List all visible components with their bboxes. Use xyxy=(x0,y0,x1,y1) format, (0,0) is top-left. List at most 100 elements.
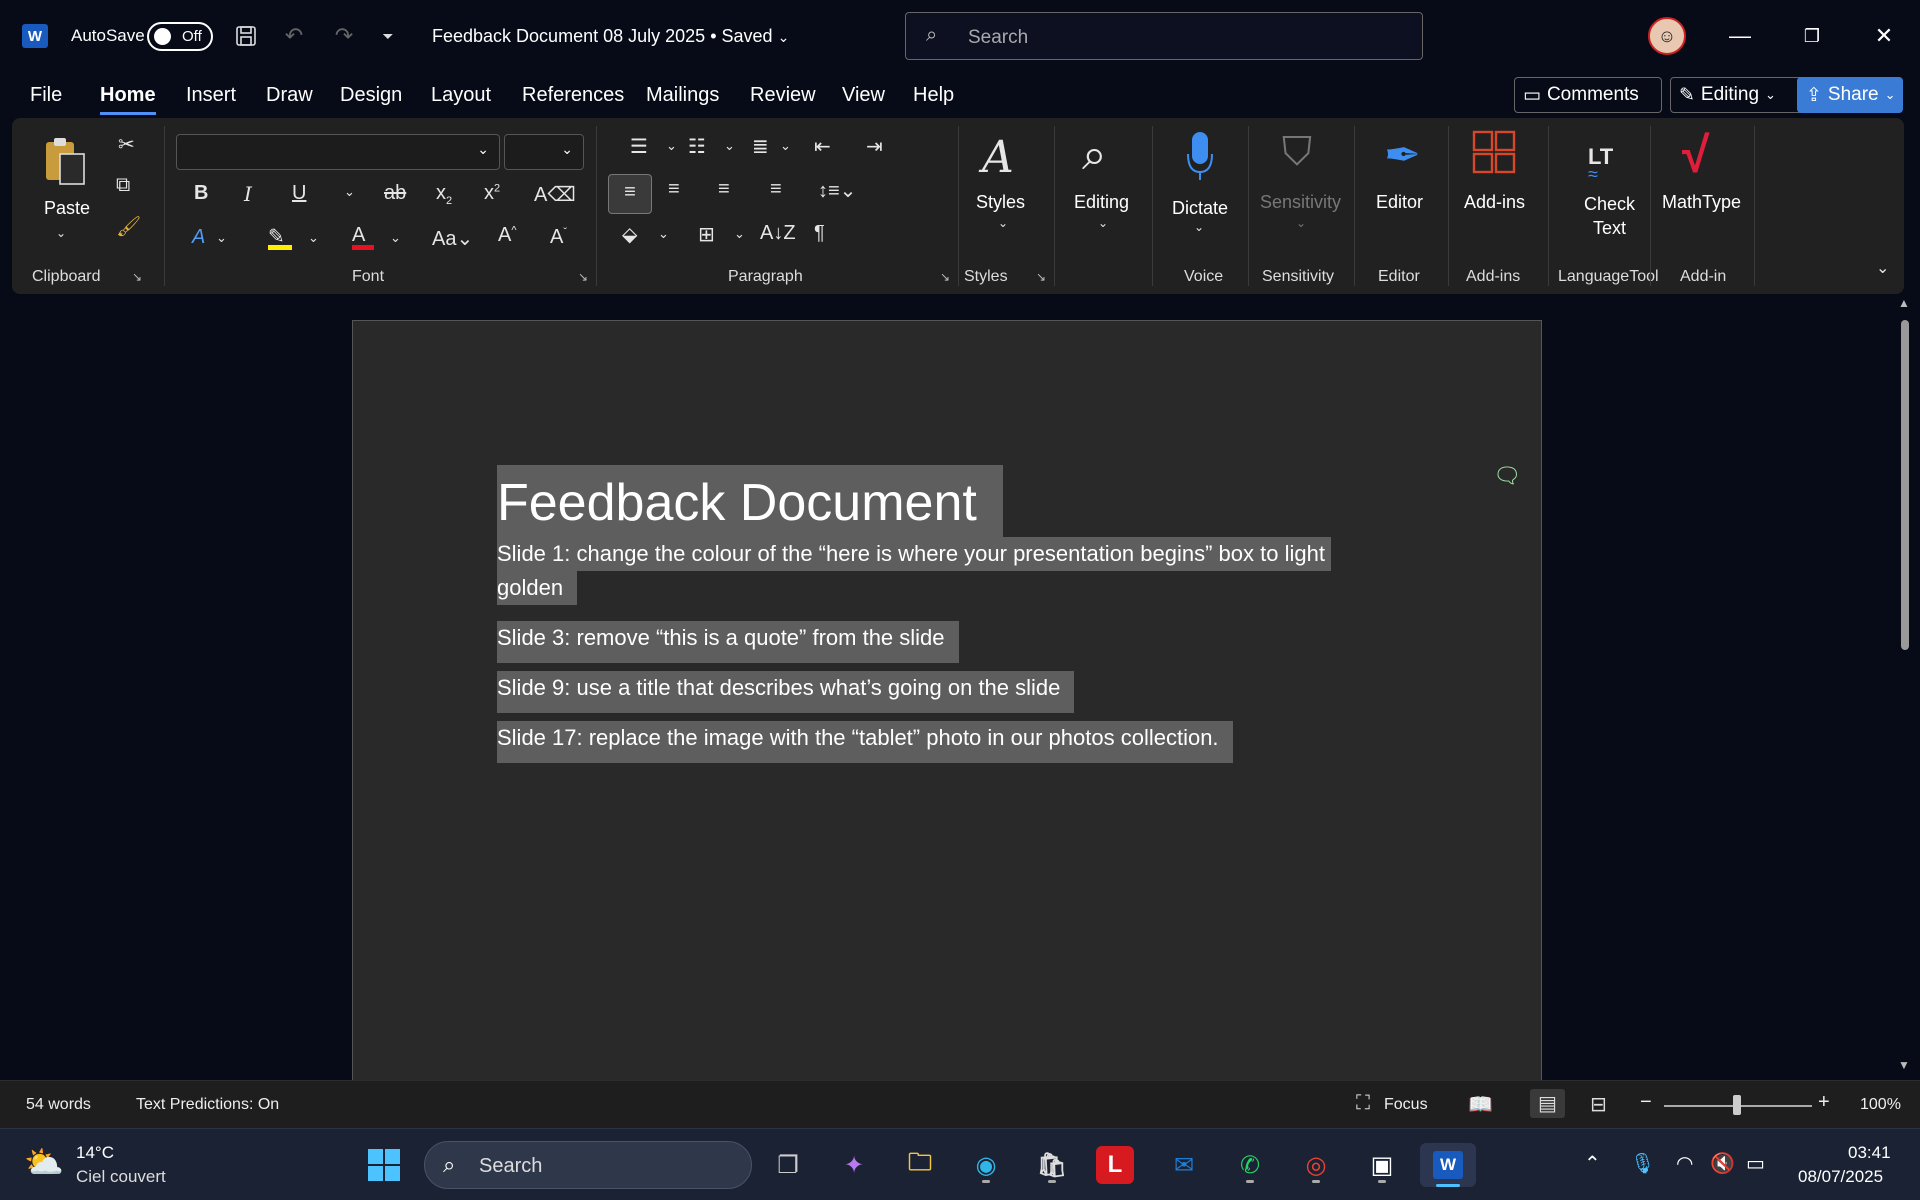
tab-insert[interactable]: Insert xyxy=(186,84,236,107)
copy-icon[interactable]: ⧉ xyxy=(116,174,130,197)
word-taskbar-icon[interactable]: W xyxy=(1420,1143,1476,1187)
user-avatar[interactable]: ☺ xyxy=(1648,17,1686,55)
weather-temperature[interactable]: 14°C xyxy=(76,1143,114,1163)
document-page[interactable]: Feedback Document Slide 1: change the co… xyxy=(352,320,1542,1080)
document-paragraph[interactable]: Slide 9: use a title that describes what… xyxy=(497,671,1075,713)
shading-icon[interactable]: ⬙ xyxy=(622,222,637,247)
chevron-up-icon[interactable]: ⌃ xyxy=(1584,1151,1601,1176)
dialog-launcher-icon[interactable]: ↘ xyxy=(940,270,950,284)
text-effects-icon[interactable]: A xyxy=(192,226,205,249)
focus-icon[interactable]: ⛶ xyxy=(1356,1092,1370,1115)
check-text-button[interactable]: Check Text xyxy=(1584,192,1635,240)
tab-references[interactable]: References xyxy=(522,84,624,107)
tab-draw[interactable]: Draw xyxy=(266,84,313,107)
chevron-down-icon[interactable]: ⌄ xyxy=(344,184,355,200)
styles-icon[interactable]: A xyxy=(982,132,1014,183)
chrome-icon[interactable]: ◎ xyxy=(1294,1143,1338,1187)
bullets-icon[interactable]: ☰ xyxy=(630,134,648,159)
share-button[interactable]: ⇪ Share ⌄ xyxy=(1797,77,1903,113)
cloud-icon[interactable]: ⛅ xyxy=(24,1143,64,1181)
addins-button[interactable]: Add-ins xyxy=(1464,192,1525,213)
styles-button[interactable]: Styles xyxy=(976,192,1025,213)
taskbar-search[interactable]: ⌕ Search xyxy=(424,1141,752,1189)
chevron-down-icon[interactable]: ⌄ xyxy=(308,230,319,246)
font-color-icon[interactable]: A xyxy=(352,224,374,250)
chevron-down-icon[interactable]: ⌄ xyxy=(724,138,735,154)
editing-button[interactable]: Editing xyxy=(1074,192,1129,213)
scroll-up-icon[interactable]: ▲ xyxy=(1898,296,1910,310)
scroll-down-icon[interactable]: ▼ xyxy=(1898,1058,1910,1072)
chevron-down-icon[interactable]: ⌄ xyxy=(666,138,677,154)
close-icon[interactable]: ✕ xyxy=(1862,18,1906,54)
undo-icon[interactable]: ↶ xyxy=(278,20,310,52)
store-icon[interactable]: 🛍 xyxy=(1030,1143,1074,1187)
change-case-icon[interactable]: Aa⌄ xyxy=(432,226,473,251)
zoom-out-button[interactable]: − xyxy=(1640,1091,1652,1114)
italic-icon[interactable]: I xyxy=(244,182,252,206)
restore-icon[interactable]: ❐ xyxy=(1790,18,1834,54)
show-formatting-marks-icon[interactable]: ¶ xyxy=(814,222,825,245)
wifi-icon[interactable]: ◠ xyxy=(1676,1151,1693,1176)
tab-view[interactable]: View xyxy=(842,84,885,107)
read-mode-icon[interactable]: 📖 xyxy=(1468,1092,1493,1117)
vertical-scrollbar[interactable]: ▲ ▼ xyxy=(1896,296,1912,1080)
tab-help[interactable]: Help xyxy=(913,84,954,107)
collapse-ribbon-icon[interactable]: ⌄ xyxy=(1876,258,1889,278)
chevron-down-icon[interactable]: ⌄ xyxy=(56,226,66,240)
format-painter-icon[interactable]: 🖌 xyxy=(116,214,141,239)
print-layout-icon[interactable]: ▤ xyxy=(1530,1089,1565,1118)
tab-mailings[interactable]: Mailings xyxy=(646,84,719,107)
mathtype-button[interactable]: MathType xyxy=(1662,192,1741,213)
zoom-slider-thumb[interactable] xyxy=(1733,1095,1741,1115)
autosave-toggle[interactable]: Off xyxy=(147,22,213,51)
text-predictions-status[interactable]: Text Predictions: On xyxy=(136,1096,279,1114)
document-paragraph[interactable]: golden xyxy=(497,571,578,605)
document-paragraph[interactable]: Slide 1: change the colour of the “here … xyxy=(497,537,1331,571)
focus-button[interactable]: Focus xyxy=(1384,1096,1428,1114)
tab-file[interactable]: File xyxy=(30,84,62,107)
dialog-launcher-icon[interactable]: ↘ xyxy=(1036,270,1046,284)
chevron-down-icon[interactable]: ⌄ xyxy=(216,230,227,246)
strikethrough-icon[interactable]: ab xyxy=(384,182,406,205)
multilevel-list-icon[interactable]: ≣ xyxy=(752,134,769,159)
redo-icon[interactable]: ↷ xyxy=(328,20,360,52)
zoom-in-button[interactable]: + xyxy=(1818,1091,1830,1114)
comments-button[interactable]: ▭ Comments xyxy=(1514,77,1662,113)
chevron-down-icon[interactable]: ⌄ xyxy=(998,216,1008,230)
align-left-icon[interactable]: ≡ xyxy=(608,174,652,214)
box-app-icon[interactable]: ▣ xyxy=(1360,1143,1404,1187)
increase-indent-icon[interactable]: ⇥ xyxy=(866,134,883,159)
edge-icon[interactable]: ◉ xyxy=(964,1143,1008,1187)
copilot-icon[interactable]: ✦ xyxy=(832,1143,876,1187)
document-paragraph[interactable]: Slide 17: replace the image with the “ta… xyxy=(497,721,1233,763)
document-heading[interactable]: Feedback Document xyxy=(497,465,1003,541)
file-explorer-icon[interactable]: 🗀 xyxy=(898,1143,942,1187)
align-center-icon[interactable]: ≡ xyxy=(668,178,680,201)
subscript-icon[interactable]: x2 xyxy=(436,182,452,207)
tab-review[interactable]: Review xyxy=(750,84,816,107)
chevron-down-icon[interactable]: ⌄ xyxy=(658,226,669,242)
tab-home[interactable]: Home xyxy=(100,84,156,115)
title-search-box[interactable]: ⌕ Search xyxy=(905,12,1423,60)
editor-button[interactable]: Editor xyxy=(1376,192,1423,213)
decrease-indent-icon[interactable]: ⇤ xyxy=(814,134,831,159)
numbering-icon[interactable]: ☷ xyxy=(688,134,706,159)
paste-label[interactable]: Paste xyxy=(44,198,90,219)
outlook-icon[interactable]: ✉ xyxy=(1162,1143,1206,1187)
clock-date[interactable]: 08/07/2025 xyxy=(1798,1167,1883,1187)
highlight-icon[interactable]: ✎ xyxy=(268,224,292,250)
zoom-level[interactable]: 100% xyxy=(1860,1096,1901,1114)
dialog-launcher-icon[interactable]: ↘ xyxy=(578,270,588,284)
superscript-icon[interactable]: x2 xyxy=(484,182,500,205)
dialog-launcher-icon[interactable]: ↘ xyxy=(132,270,142,284)
windows-start-icon[interactable] xyxy=(362,1143,406,1187)
weather-description[interactable]: Ciel couvert xyxy=(76,1167,166,1187)
microphone-icon[interactable]: 🎙 xyxy=(1630,1151,1655,1176)
chevron-down-icon[interactable]: ⌄ xyxy=(390,230,401,246)
paste-icon[interactable] xyxy=(42,136,88,186)
word-count[interactable]: 54 words xyxy=(26,1096,91,1114)
document-paragraph[interactable]: Slide 3: remove “this is a quote” from t… xyxy=(497,621,959,663)
document-title-button[interactable]: Feedback Document 08 July 2025 • Saved ⌄ xyxy=(432,26,789,47)
task-view-icon[interactable]: ❐ xyxy=(766,1143,810,1187)
microphone-icon[interactable] xyxy=(1184,130,1216,182)
